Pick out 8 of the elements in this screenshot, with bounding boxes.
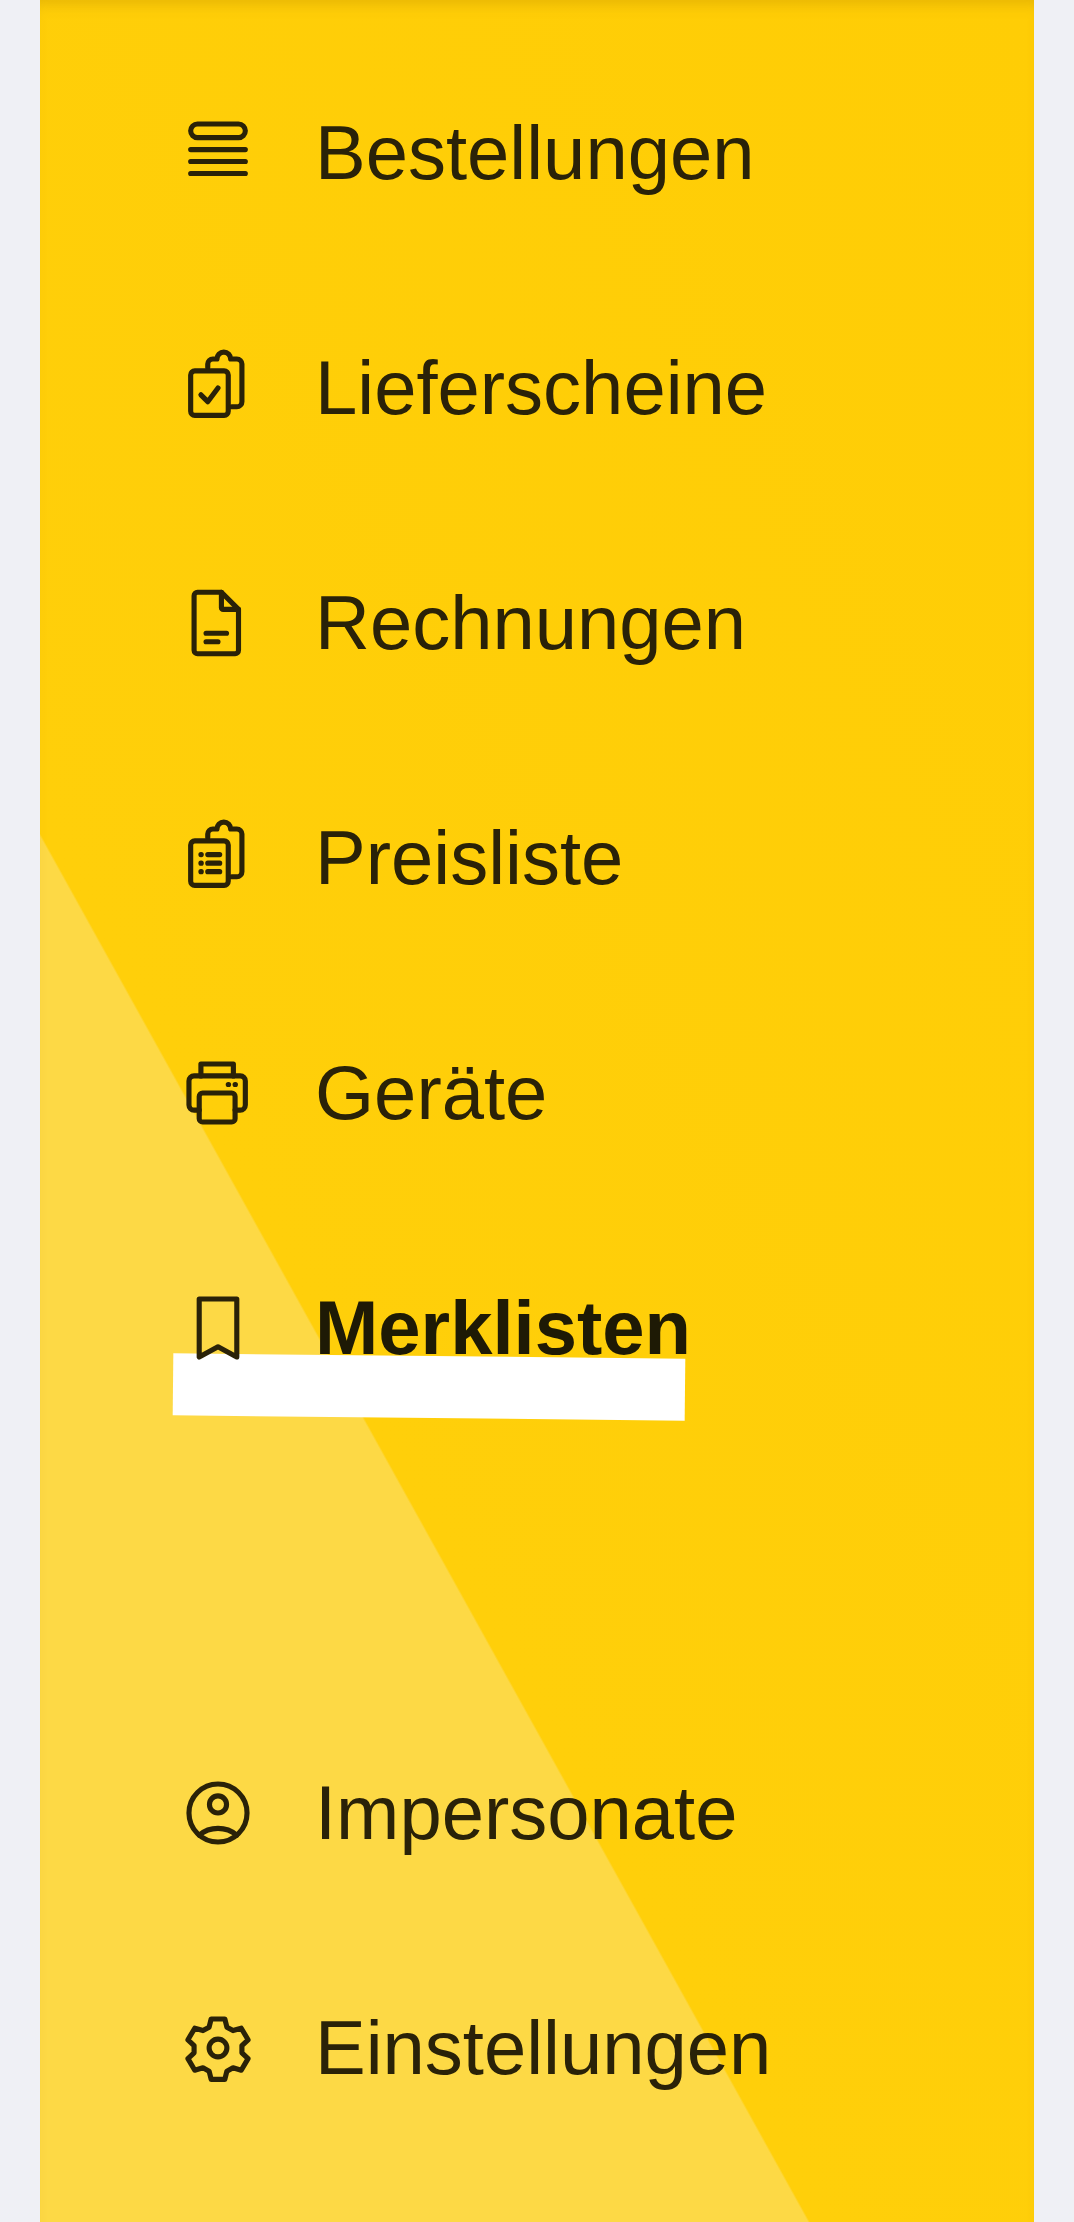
- menu-item[interactable]: Geräte: [40, 975, 1034, 1210]
- menu-item[interactable]: Rechnungen: [40, 505, 1034, 740]
- menu-item[interactable]: Impersonate: [40, 1695, 1034, 1930]
- menu-item[interactable]: Bestellungen: [40, 35, 1034, 270]
- menu-item[interactable]: Einstellungen: [40, 1930, 1034, 2165]
- menu-item[interactable]: Merklisten: [40, 1210, 1034, 1445]
- menu-item[interactable]: Preisliste: [40, 740, 1034, 975]
- menu-item[interactable]: Lieferscheine: [40, 270, 1034, 505]
